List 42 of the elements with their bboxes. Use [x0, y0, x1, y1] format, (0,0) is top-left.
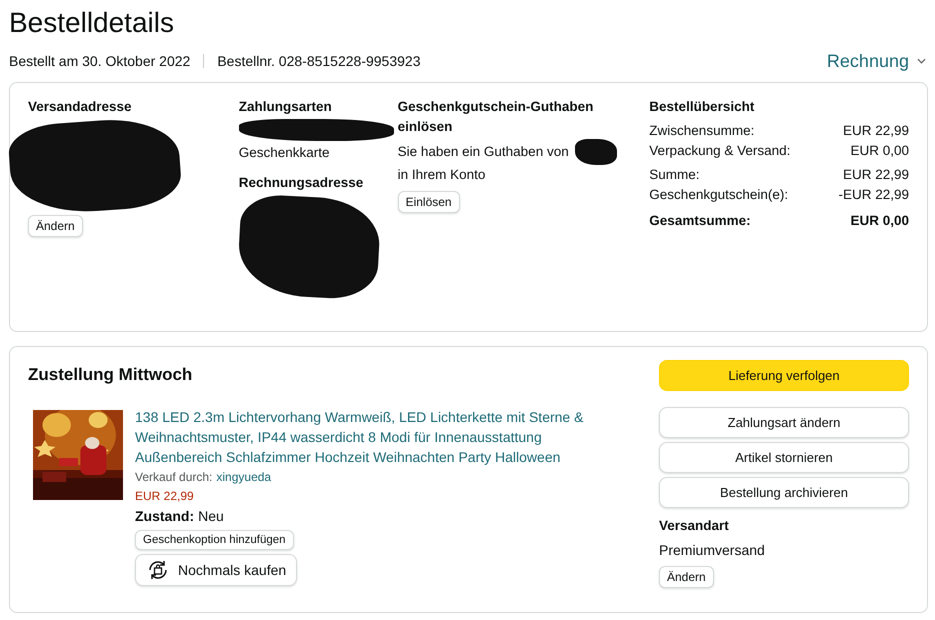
gift-option-button[interactable]: Geschenkoption hinzufügen — [135, 530, 294, 550]
change-button[interactable]: Ändern — [659, 566, 714, 588]
summary-label: Summe: — [649, 166, 700, 184]
caret-icon — [917, 58, 926, 64]
summary-value: EUR 0,00 — [850, 212, 909, 230]
summary-label: Geschenkgutschein(e): — [649, 186, 788, 204]
summary-value: -EUR 22,99 — [838, 186, 909, 204]
payment-method: Geschenkkarte — [238, 144, 330, 162]
shipping-method-heading: Versandart — [659, 517, 729, 535]
shipping-method: Premiumversand — [659, 541, 765, 560]
summary-value: EUR 0,00 — [850, 142, 909, 160]
delivery-heading: Zustellung Mittwoch — [28, 364, 194, 386]
action-button[interactable]: Bestellung archivieren — [659, 477, 909, 508]
credit-text: Sie haben ein Guthaben von — [398, 143, 569, 161]
track-delivery-button[interactable]: Lieferung verfolgen — [659, 360, 909, 391]
redaction-mark — [574, 139, 617, 165]
seller-link[interactable]: xingyueda — [216, 470, 272, 484]
item-price: EUR 22,99 — [135, 489, 194, 503]
condition-label: Zustand: — [135, 508, 194, 524]
order-date: Bestellt am 30. Oktober 2022 — [9, 53, 190, 69]
summary-label: Zwischensumme: — [649, 122, 754, 140]
invoice-dropdown[interactable]: Rechnung — [826, 50, 926, 72]
condition-value: Neu — [198, 508, 224, 524]
seller-label: Verkauf durch: — [135, 470, 212, 484]
redeem-button[interactable]: Einlösen — [398, 191, 460, 213]
summary-value: EUR 22,99 — [842, 166, 909, 184]
section-heading: Bestellübersicht — [649, 98, 754, 116]
page-title: Bestelldetails — [9, 6, 175, 40]
credit-text: in Ihrem Konto — [398, 166, 486, 184]
action-button[interactable]: Artikel stornieren — [659, 442, 909, 473]
section-heading: Rechnungsadresse — [238, 174, 364, 192]
product-title-link[interactable]: 138 LED 2.3m Lichtervorhang Warmweiß, LED Lichterkette mit Sterne & Weihnachtsmuster, IP44 wasserdicht 8 Modi für Innenausstattung Außenbereich Schlafzimmer Hochzeit Weihnachten Party Halloween — [135, 407, 605, 467]
section-heading: Geschenkgutschein-Guthaben einlösen — [398, 98, 594, 136]
action-button[interactable]: Zahlungsart ändern — [659, 407, 909, 438]
buy-again-button[interactable]: Nochmals kaufen — [135, 554, 298, 586]
summary-label: Verpackung & Versand: — [649, 142, 790, 160]
section-heading: Zahlungsarten — [238, 98, 332, 116]
section-heading: Versandadresse — [28, 98, 132, 116]
summary-label: Gesamtsumme: — [649, 212, 751, 230]
change-button[interactable]: Ändern — [28, 215, 83, 237]
order-number: Bestellnr. 028-8515228-9953923 — [217, 53, 420, 69]
summary-value: EUR 22,99 — [842, 122, 909, 140]
